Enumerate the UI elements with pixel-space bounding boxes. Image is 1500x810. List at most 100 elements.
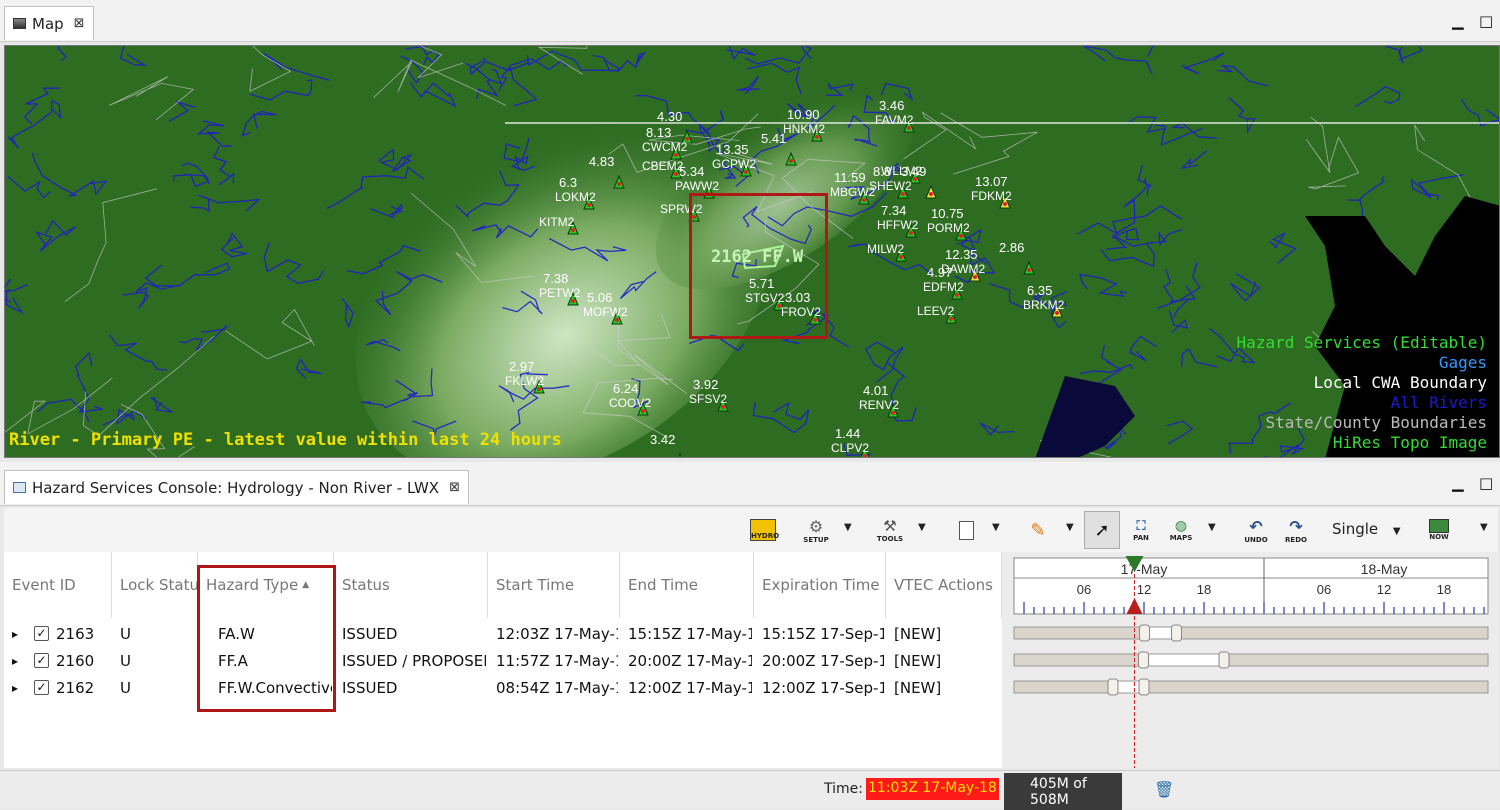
close-icon[interactable]: ⊠: [74, 16, 85, 31]
gage-marker[interactable]: 10.90HNKM2: [783, 107, 825, 142]
lock-status-cell: U: [120, 651, 131, 670]
table-row[interactable]: ▸ ✓ 2163 U FA.W ISSUED 12:03Z 17-May-18 15:15Z …: [4, 620, 1002, 647]
column-header[interactable]: Status: [334, 552, 488, 618]
expand-row-icon[interactable]: ▸: [12, 674, 26, 701]
column-header[interactable]: Expiration Time: [754, 552, 886, 618]
select-button[interactable]: ➚: [1084, 511, 1120, 549]
event-id-cell: 2160: [56, 651, 95, 670]
checkbox-check-icon: ✓: [34, 680, 49, 695]
gage-value: 5.06: [587, 290, 612, 305]
maps-dropdown-arrow[interactable]: ▼: [1208, 522, 1216, 533]
vtec-actions-cell: [NEW]: [894, 651, 942, 670]
expand-row-icon[interactable]: ▸: [12, 620, 26, 647]
minimize-button[interactable]: ▁: [1452, 12, 1464, 30]
pan-button[interactable]: ⛶ PAN: [1128, 514, 1154, 546]
column-header-label: Lock Status: [120, 576, 197, 594]
maximize-button[interactable]: □: [1479, 474, 1493, 492]
gage-dot: [929, 192, 933, 196]
gage-id: FAVM2: [875, 113, 914, 127]
maximize-button[interactable]: □: [1479, 12, 1493, 30]
timeline-panel[interactable]: 17-May 18-May 06 12 18 06 12 18: [1002, 552, 1498, 768]
hydro-button[interactable]: HYDRO: [748, 514, 779, 546]
table-row[interactable]: ▸ ✓ 2162 U FF.W.Convective ISSUED 08:54Z 17-Ma…: [4, 674, 1002, 701]
clock-icon: [1429, 519, 1449, 533]
timeline-handle[interactable]: [1138, 678, 1150, 696]
timeline-event-bar[interactable]: [1143, 653, 1225, 667]
column-header-label: Hazard Type: [206, 576, 299, 594]
view-menu-arrow[interactable]: ▼: [1480, 522, 1488, 533]
redo-label: REDO: [1285, 535, 1307, 544]
timeline-handle[interactable]: [1107, 678, 1119, 696]
gage-value: 7.34: [881, 203, 906, 218]
row-checkbox[interactable]: ✓: [34, 674, 52, 701]
gage-id: LEEV2: [917, 304, 955, 318]
gage-id: LOKM2: [555, 190, 596, 204]
column-header[interactable]: Hazard Type ▲: [198, 552, 334, 618]
gear-icon: ⚙: [808, 516, 824, 536]
redo-button[interactable]: ↷ REDO: [1282, 514, 1310, 546]
tools-dropdown-arrow[interactable]: ▼: [918, 522, 926, 533]
close-icon[interactable]: ⊠: [449, 480, 460, 495]
gage-id: GCPW2: [712, 157, 756, 171]
column-header[interactable]: VTEC Actions: [886, 552, 1002, 618]
document-button[interactable]: [954, 514, 978, 546]
tab-map[interactable]: Map ⊠: [4, 6, 94, 40]
expand-row-icon[interactable]: ▸: [12, 647, 26, 674]
gage-id: CBEM2: [642, 159, 684, 173]
column-header[interactable]: End Time: [620, 552, 754, 618]
map-view[interactable]: 10.90 HNKM2 3.46 FAVM2 4.30 8.13 CWCM2 CBEM2 13.…: [4, 45, 1500, 458]
gage-marker[interactable]: 13.07FDKM2: [971, 174, 1012, 209]
end-time-cell: 15:15Z 17-May-18: [628, 624, 752, 643]
pan-icon: ⛶: [1136, 518, 1146, 534]
pan-label: PAN: [1133, 533, 1149, 542]
timeline-handle[interactable]: [1171, 624, 1182, 642]
now-button[interactable]: NOW: [1424, 514, 1454, 546]
timeline-handle[interactable]: [1139, 624, 1150, 642]
selection-mode-value: Single: [1332, 520, 1379, 538]
draw-dropdown-arrow[interactable]: ▼: [1066, 522, 1074, 533]
tools-button[interactable]: ⚒ TOOLS: [874, 514, 906, 546]
event-label[interactable]: 2162 FF.W: [711, 247, 804, 267]
gage-id: SPRW2: [660, 202, 703, 216]
row-checkbox[interactable]: ✓: [34, 620, 52, 647]
status-cell: ISSUED: [342, 678, 398, 697]
column-header[interactable]: Start Time: [488, 552, 620, 618]
timeline-handle[interactable]: [1138, 651, 1149, 669]
column-header[interactable]: Event ID: [4, 552, 112, 618]
chevron-down-icon: ▼: [1392, 526, 1401, 537]
row-checkbox[interactable]: ✓: [34, 647, 52, 674]
timeline-handle[interactable]: [1218, 651, 1230, 669]
trash-icon[interactable]: 🗑: [1154, 780, 1174, 799]
column-header[interactable]: Lock Status: [112, 552, 198, 618]
end-time-cell: 12:00Z 17-May-18: [628, 678, 752, 697]
gage-id: FKLW2: [505, 374, 544, 388]
tab-console[interactable]: Hazard Services Console: Hydrology - Non…: [4, 470, 469, 504]
gage-id: FDKM2: [971, 189, 1012, 203]
hazard-table: Event ID Lock StatusHazard Type▲StatusSta…: [4, 552, 1002, 768]
setup-dropdown-arrow[interactable]: ▼: [844, 522, 852, 533]
draw-button[interactable]: ✎: [1026, 514, 1050, 546]
memory-indicator: 405M of 508M: [1004, 773, 1122, 810]
maps-button[interactable]: ◍ MAPS: [1166, 514, 1196, 546]
undo-button[interactable]: ↶ UNDO: [1242, 514, 1270, 546]
gage-value: 10.90: [787, 107, 820, 122]
checkbox-check-icon: ✓: [34, 626, 49, 641]
setup-button[interactable]: ⚙ SETUP: [800, 514, 832, 546]
document-dropdown-arrow[interactable]: ▼: [992, 522, 1000, 533]
current-time-value[interactable]: 11:03Z 17-May-18: [866, 778, 999, 800]
tools-label: TOOLS: [876, 535, 904, 543]
selection-mode-dropdown[interactable]: Single ▼: [1332, 520, 1401, 538]
status-bar: Time: 11:03Z 17-May-18 405M of 508M 🗑: [0, 770, 1500, 810]
undo-label: UNDO: [1244, 535, 1268, 544]
document-icon: [958, 520, 974, 540]
gage-value: 6.35: [1027, 283, 1052, 298]
gage-value: 13.35: [716, 142, 749, 157]
gage-value: 5.41: [761, 131, 786, 146]
gage-value: 7.38: [543, 271, 568, 286]
table-row[interactable]: ▸ ✓ 2160 U FF.A ISSUED / PROPOSED 11:57Z 17-Ma…: [4, 647, 1002, 674]
gage-value: 8.13: [646, 125, 671, 140]
memory-value: 405M of 508M: [1030, 775, 1087, 808]
expiration-time-cell: 15:15Z 17-Sep-18: [762, 624, 884, 643]
gage-id: BRKM2: [1023, 298, 1065, 312]
minimize-button[interactable]: ▁: [1452, 474, 1464, 492]
